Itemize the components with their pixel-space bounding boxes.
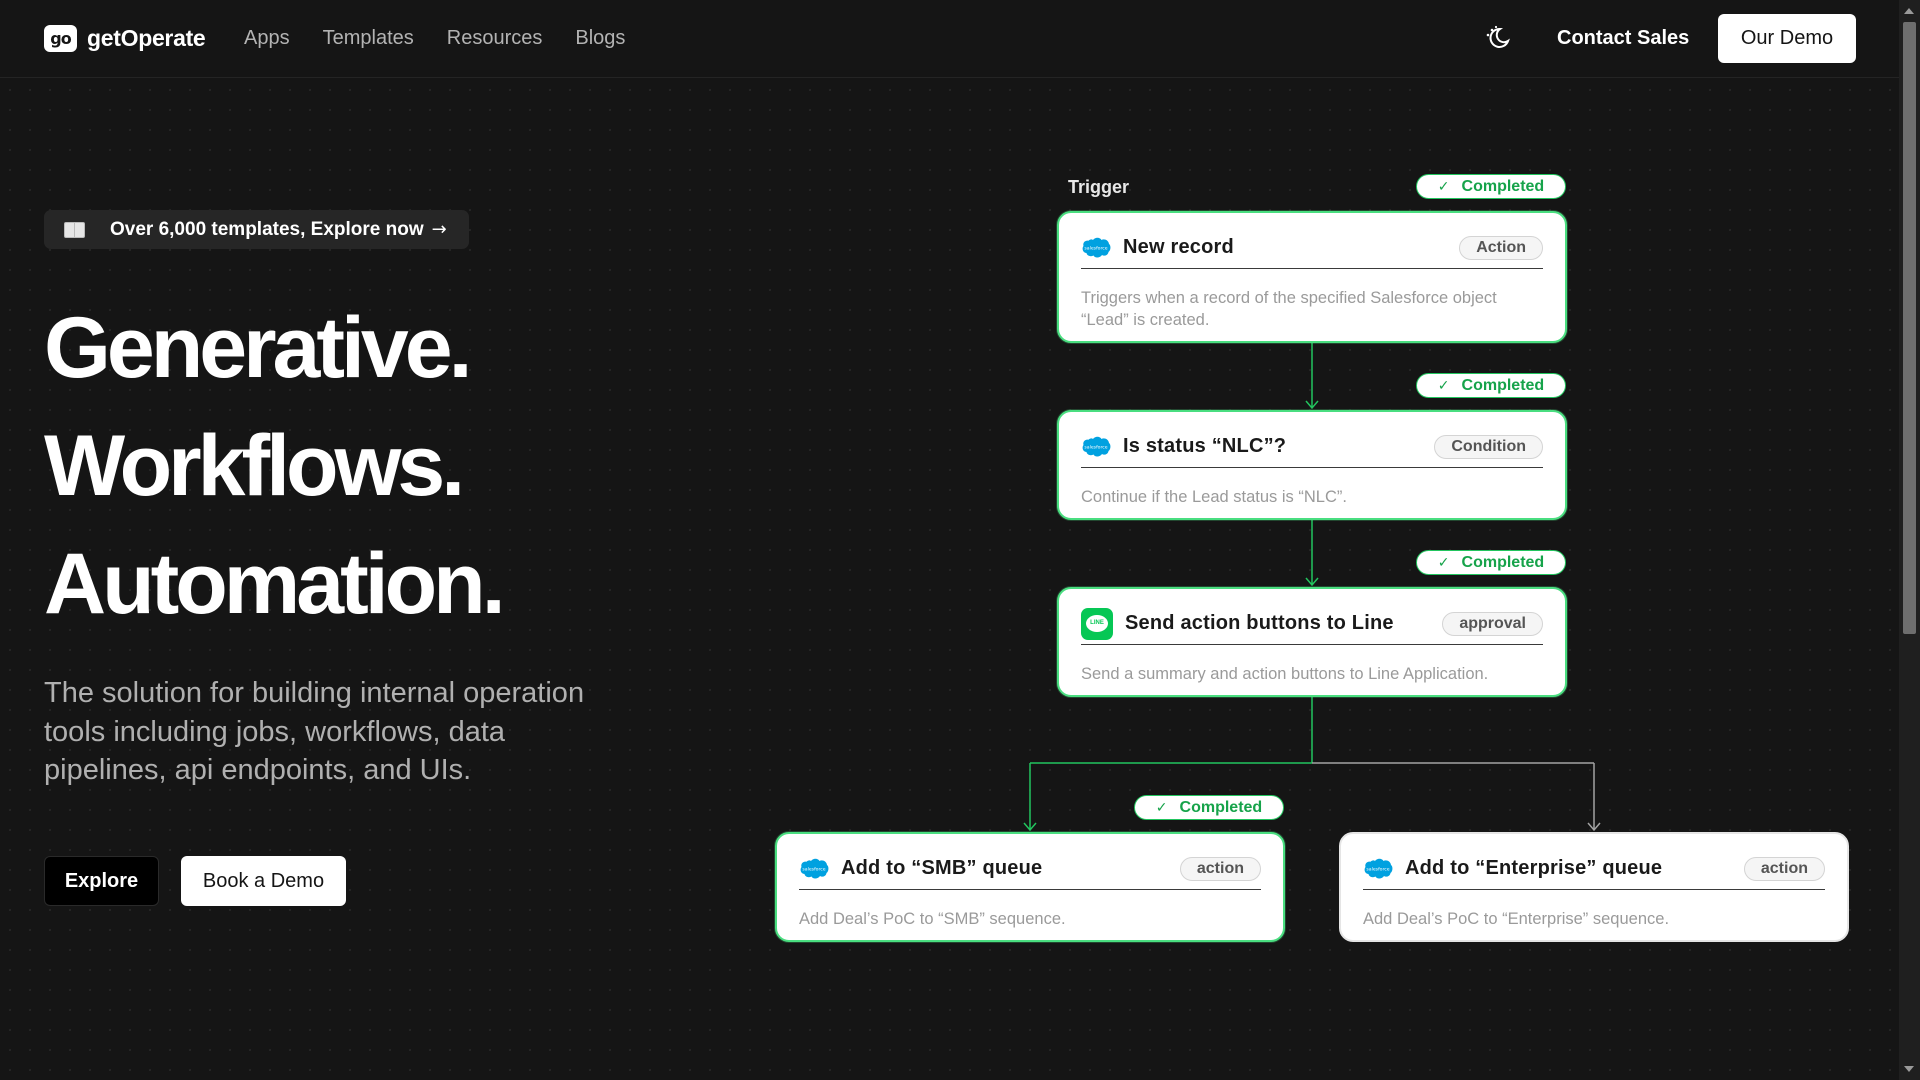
- svg-text:salesforce: salesforce: [1084, 245, 1107, 251]
- workflow-node-status-condition[interactable]: salesforce Is status “NLC”? Condition Co…: [1057, 410, 1567, 520]
- nav-link-templates[interactable]: Templates: [323, 27, 414, 50]
- svg-text:salesforce: salesforce: [1366, 866, 1389, 872]
- status-badge: ✓ Completed: [1416, 174, 1566, 199]
- node-description: Add Deal’s PoC to “SMB” sequence.: [799, 910, 1066, 928]
- nav-link-blogs[interactable]: Blogs: [575, 27, 625, 50]
- node-header: salesforce New record Action: [1081, 227, 1543, 269]
- node-type-badge: action: [1179, 856, 1261, 881]
- node-header: salesforce Add to “Enterprise” queue act…: [1363, 848, 1825, 890]
- node-title: Add to “SMB” queue: [841, 857, 1043, 879]
- node-type-badge: approval: [1442, 611, 1543, 636]
- node-description: Triggers when a record of the specified …: [1081, 289, 1497, 329]
- line-app-logo-text: LINE: [1086, 615, 1108, 632]
- nav-links: Apps Templates Resources Blogs: [244, 27, 658, 50]
- book-icon: [64, 221, 85, 238]
- salesforce-icon: salesforce: [800, 858, 829, 879]
- status-badge-label: Completed: [1461, 553, 1545, 571]
- status-badge-label: Completed: [1461, 376, 1545, 394]
- arrow-right-icon: →: [431, 219, 447, 240]
- line-app-icon: LINE: [1081, 607, 1113, 640]
- theme-toggle-icon[interactable]: [1484, 24, 1512, 52]
- status-badge: ✓ Completed: [1416, 373, 1566, 398]
- headline-line-1: Generative.: [44, 300, 472, 396]
- node-header: salesforce Is status “NLC”? Condition: [1081, 426, 1543, 468]
- node-title: Send action buttons to Line: [1125, 612, 1394, 634]
- node-title: Is status “NLC”?: [1123, 435, 1287, 457]
- check-icon: ✓: [1437, 554, 1450, 571]
- status-badge-label: Completed: [1461, 177, 1545, 195]
- nav-link-apps[interactable]: Apps: [244, 27, 290, 50]
- node-type-badge: Action: [1459, 235, 1543, 260]
- node-header: LINE Send action buttons to Line approva…: [1081, 603, 1543, 645]
- node-type-badge: action: [1743, 856, 1825, 881]
- trigger-label: Trigger: [1068, 177, 1130, 197]
- check-icon: ✓: [1437, 178, 1450, 195]
- logo-mark-icon: go: [44, 25, 77, 52]
- hero-subtitle: The solution for building internal opera…: [44, 677, 585, 786]
- node-header: salesforce Add to “SMB” queue action: [799, 848, 1261, 890]
- workflow-node-smb-queue[interactable]: salesforce Add to “SMB” queue action Add…: [775, 832, 1285, 942]
- node-title: New record: [1123, 236, 1234, 258]
- scroll-up-arrow-icon[interactable]: [1904, 8, 1914, 14]
- status-badge: ✓ Completed: [1416, 550, 1566, 575]
- check-icon: ✓: [1437, 377, 1450, 394]
- svg-text:salesforce: salesforce: [802, 866, 825, 872]
- our-demo-button[interactable]: Our Demo: [1718, 14, 1856, 63]
- scroll-down-arrow-icon[interactable]: [1904, 1066, 1914, 1072]
- salesforce-icon: salesforce: [1082, 436, 1111, 457]
- scrollbar-thumb[interactable]: [1903, 22, 1916, 634]
- headline-line-3: Automation.: [44, 536, 506, 632]
- status-badge: ✓ Completed: [1134, 795, 1284, 820]
- explore-button[interactable]: Explore: [44, 856, 159, 906]
- logo-text: getOperate: [87, 25, 206, 51]
- brand-logo[interactable]: go getOperate: [44, 25, 206, 52]
- workflow-node-enterprise-queue[interactable]: salesforce Add to “Enterprise” queue act…: [1339, 832, 1849, 942]
- node-description: Send a summary and action buttons to Lin…: [1081, 665, 1489, 683]
- check-icon: ✓: [1155, 799, 1168, 816]
- svg-text:salesforce: salesforce: [1084, 444, 1107, 450]
- pill-text: Over 6,000 templates, Explore now: [110, 218, 424, 240]
- page-scrollbar[interactable]: [1899, 0, 1920, 1080]
- workflow-node-new-record[interactable]: salesforce New record Action Triggers wh…: [1057, 211, 1567, 343]
- workflow-node-send-line[interactable]: LINE Send action buttons to Line approva…: [1057, 587, 1567, 697]
- nav-link-resources[interactable]: Resources: [447, 27, 543, 50]
- templates-announcement-pill[interactable]: Over 6,000 templates, Explore now →: [44, 210, 469, 249]
- headline-line-2: Workflows.: [44, 418, 465, 514]
- top-navigation: go getOperate Apps Templates Resources B…: [0, 0, 1899, 78]
- salesforce-icon: salesforce: [1082, 237, 1111, 258]
- node-title: Add to “Enterprise” queue: [1405, 857, 1663, 879]
- contact-sales-link[interactable]: Contact Sales: [1557, 27, 1689, 50]
- salesforce-icon: salesforce: [1364, 858, 1393, 879]
- book-a-demo-button[interactable]: Book a Demo: [181, 856, 346, 906]
- status-badge-label: Completed: [1179, 798, 1263, 816]
- node-type-badge: Condition: [1434, 434, 1543, 459]
- node-description: Continue if the Lead status is “NLC”.: [1081, 488, 1347, 506]
- node-description: Add Deal’s PoC to “Enterprise” sequence.: [1363, 910, 1670, 928]
